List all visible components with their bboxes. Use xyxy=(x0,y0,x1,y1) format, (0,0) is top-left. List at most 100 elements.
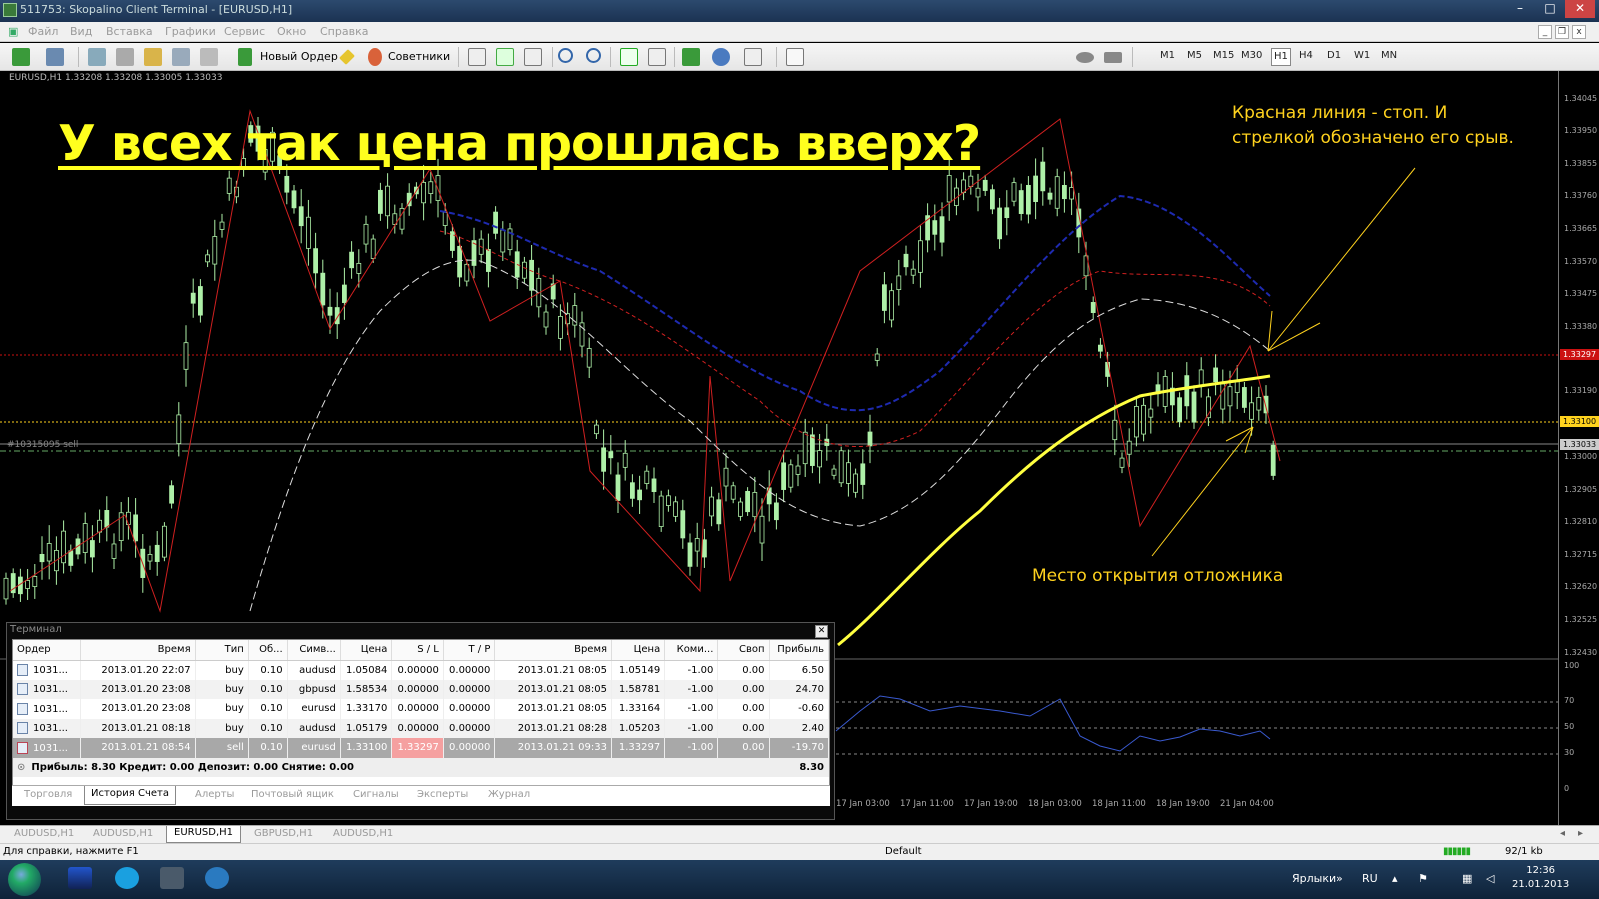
col-swap[interactable]: Своп xyxy=(717,640,770,661)
zoom-out-icon[interactable] xyxy=(586,48,601,63)
tf-h4-button[interactable]: H4 xyxy=(1299,50,1313,61)
cursor-icon[interactable] xyxy=(786,48,804,66)
navigator-icon[interactable] xyxy=(116,48,134,66)
clock[interactable]: 12:36 21.01.2013 xyxy=(1512,864,1569,892)
menu-tools[interactable]: Сервис xyxy=(224,25,265,38)
market-watch-icon[interactable] xyxy=(88,48,106,66)
col-tp[interactable]: T / P xyxy=(443,640,496,661)
col-open-time[interactable]: Время xyxy=(80,640,196,661)
col-sl[interactable]: S / L xyxy=(391,640,444,661)
equidistant-channel-icon[interactable] xyxy=(932,48,950,66)
volume-icon[interactable]: ◁ xyxy=(1486,872,1494,885)
start-button[interactable] xyxy=(8,863,41,896)
rectangle-icon[interactable] xyxy=(1104,52,1122,63)
browser-icon[interactable] xyxy=(205,867,229,889)
tab-scroll-left-icon[interactable]: ◂ xyxy=(1560,828,1565,839)
chart-tab[interactable]: AUDUSD,H1 xyxy=(14,828,74,839)
metaeditor-icon[interactable] xyxy=(339,49,355,65)
tf-m15-button[interactable]: M15 xyxy=(1213,50,1234,61)
menu-app-icon[interactable]: ▣ xyxy=(8,25,18,38)
flag-icon[interactable]: ⚑ xyxy=(1418,872,1428,885)
mdi-close-button[interactable]: x xyxy=(1572,25,1586,39)
table-row[interactable]: 1031... 2013.01.20 23:08 buy 0.10 eurusd… xyxy=(13,699,830,719)
chart-tab[interactable]: AUDUSD,H1 xyxy=(93,828,153,839)
new-order-button[interactable]: Новый Ордер xyxy=(260,50,338,63)
tab-scroll-right-icon[interactable]: ▸ xyxy=(1578,828,1583,839)
chart-tab[interactable]: AUDUSD,H1 xyxy=(333,828,393,839)
arrows-icon[interactable] xyxy=(1044,48,1062,66)
menu-help[interactable]: Справка xyxy=(320,25,368,38)
menu-view[interactable]: Вид xyxy=(70,25,92,38)
col-commission[interactable]: Коми... xyxy=(664,640,719,661)
text-icon[interactable] xyxy=(986,48,1004,66)
terminal-close-button[interactable]: ✕ xyxy=(815,625,828,638)
close-button[interactable]: ✕ xyxy=(1565,0,1595,18)
tab-alerts[interactable]: Алерты xyxy=(195,789,234,800)
table-row[interactable]: 1031... 2013.01.21 08:18 buy 0.10 audusd… xyxy=(13,718,830,738)
templates-icon[interactable] xyxy=(744,48,762,66)
menu-insert[interactable]: Вставка xyxy=(106,25,153,38)
chart-shift-icon[interactable] xyxy=(648,48,666,66)
chart-tab-active[interactable]: EURUSD,H1 xyxy=(166,826,242,843)
line-chart-icon[interactable] xyxy=(524,48,542,66)
crosshair-icon[interactable] xyxy=(814,48,832,66)
tf-m30-button[interactable]: M30 xyxy=(1241,50,1262,61)
col-symbol[interactable]: Симв... xyxy=(287,640,341,661)
tf-mn-button[interactable]: MN xyxy=(1381,50,1397,61)
tab-trade[interactable]: Торговля xyxy=(24,789,72,800)
zoom-in-icon[interactable] xyxy=(558,48,573,63)
col-volume[interactable]: Об... xyxy=(248,640,288,661)
network-icon[interactable]: ▦ xyxy=(1462,872,1472,885)
tf-h1-button[interactable]: H1 xyxy=(1271,48,1291,66)
tray-arrow-icon[interactable]: ▴ xyxy=(1392,872,1398,885)
menu-charts[interactable]: Графики xyxy=(165,25,216,38)
advisors-button[interactable]: Советники xyxy=(388,50,450,63)
tester-icon[interactable] xyxy=(200,48,218,66)
new-chart-icon[interactable] xyxy=(12,48,30,66)
tab-signals[interactable]: Сигналы xyxy=(353,789,399,800)
taskbar-app-icon[interactable] xyxy=(68,867,92,889)
ellipse-icon[interactable] xyxy=(1076,52,1094,63)
menu-file[interactable]: Файл xyxy=(28,25,58,38)
chart-tab[interactable]: GBPUSD,H1 xyxy=(254,828,313,839)
periods-icon[interactable] xyxy=(712,48,730,66)
indicators-icon[interactable] xyxy=(682,48,700,66)
tf-m1-button[interactable]: M1 xyxy=(1160,50,1175,61)
language-indicator[interactable]: RU xyxy=(1362,872,1378,885)
menu-window[interactable]: Окно xyxy=(277,25,306,38)
text-label-icon[interactable] xyxy=(1014,48,1032,66)
horizontal-line-icon[interactable] xyxy=(876,48,894,66)
trendline-icon[interactable] xyxy=(904,48,922,66)
table-row[interactable]: 1031... 2013.01.20 23:08 buy 0.10 gbpusd… xyxy=(13,679,830,699)
tab-journal[interactable]: Журнал xyxy=(488,789,530,800)
auto-scroll-icon[interactable] xyxy=(620,48,638,66)
fibonacci-icon[interactable] xyxy=(960,48,978,66)
vertical-line-icon[interactable] xyxy=(850,48,868,66)
maximize-button[interactable]: □ xyxy=(1535,0,1565,18)
mdi-restore-button[interactable]: ❐ xyxy=(1555,25,1569,39)
tab-mailbox[interactable]: Почтовый ящик xyxy=(251,789,334,800)
table-row-selected[interactable]: 1031... 2013.01.21 08:54 sell 0.10 eurus… xyxy=(13,738,830,758)
terminal-app-icon[interactable] xyxy=(160,867,184,889)
col-close-time[interactable]: Время xyxy=(494,640,613,661)
data-window-icon[interactable] xyxy=(144,48,162,66)
profiles-icon[interactable] xyxy=(46,48,64,66)
col-close-price[interactable]: Цена xyxy=(611,640,666,661)
minimize-button[interactable]: – xyxy=(1505,0,1535,18)
tab-experts[interactable]: Эксперты xyxy=(417,789,468,800)
tf-d1-button[interactable]: D1 xyxy=(1327,50,1341,61)
mdi-minimize-button[interactable]: _ xyxy=(1538,25,1552,39)
toolbar-label[interactable]: Ярлыки xyxy=(1292,872,1336,885)
col-type[interactable]: Тип xyxy=(195,640,249,661)
table-row[interactable]: 1031... 2013.01.20 22:07 buy 0.10 audusd… xyxy=(13,660,830,680)
bar-chart-icon[interactable] xyxy=(468,48,486,66)
col-price[interactable]: Цена xyxy=(340,640,393,661)
tray-expand-icon[interactable]: » xyxy=(1336,872,1343,885)
tf-m5-button[interactable]: M5 xyxy=(1187,50,1202,61)
tab-history[interactable]: История Счета xyxy=(84,786,176,805)
col-profit[interactable]: Прибыль xyxy=(769,640,830,661)
col-order[interactable]: Ордер xyxy=(13,640,82,661)
candle-chart-icon[interactable] xyxy=(496,48,514,66)
skype-icon[interactable] xyxy=(115,867,139,889)
tf-w1-button[interactable]: W1 xyxy=(1354,50,1370,61)
